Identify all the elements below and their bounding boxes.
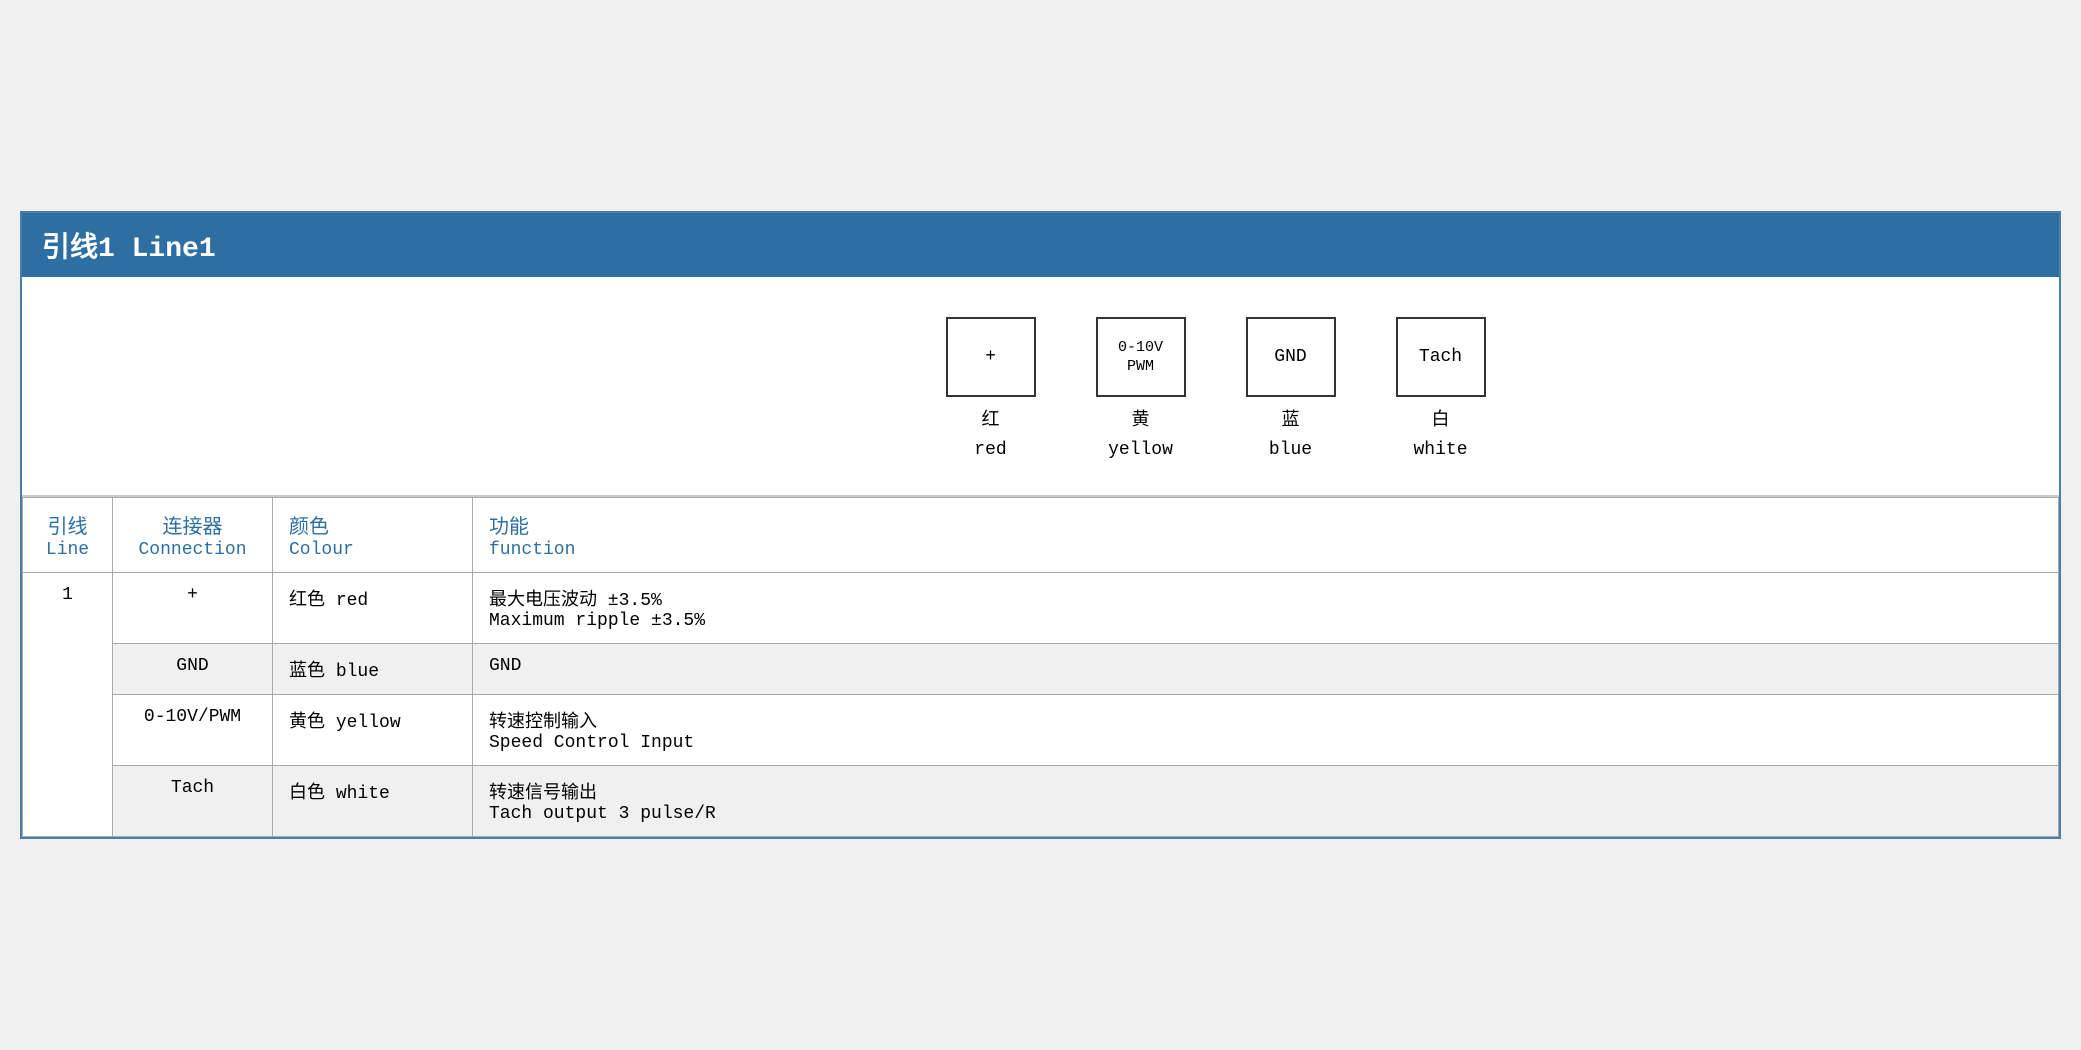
pin-symbol-tach: Tach [1419,346,1462,369]
connection-label-tach: Tach [171,778,214,798]
pin-label-plus: 红 red [974,407,1006,465]
pin-box-pwm: 0-10VPWM [1096,317,1186,397]
colour-english-blue: blue [336,662,379,682]
header-connection-english: Connection [129,540,256,560]
header-colour-english: Colour [289,540,456,560]
cell-colour-white: 白色 white [273,765,473,836]
header-line-english: Line [39,540,96,560]
pin-label-gnd: 蓝 blue [1269,407,1312,465]
header-line: 引线 Line [23,497,113,572]
data-table: 引线 Line 连接器 Connection 颜色 Colour 功能 func… [22,497,2059,837]
cell-function-yellow: 转速控制输入 Speed Control Input [473,694,2059,765]
table-header-row: 引线 Line 连接器 Connection 颜色 Colour 功能 func… [23,497,2059,572]
pin-pwm: 0-10VPWM 黄 yellow [1096,317,1186,465]
cell-line-number: 1 [23,572,113,836]
function-chinese-red: 最大电压波动 ±3.5% [489,585,2042,611]
cell-colour-yellow: 黄色 yellow [273,694,473,765]
colour-chinese-white: 白色 [289,784,325,804]
header-line-chinese: 引线 [39,510,96,540]
diagram-inner: + 红 red 0-10VPWM 黄 yellow [946,317,1486,465]
colour-english-red: red [336,591,368,611]
colour-chinese-yellow: 黄色 [289,713,325,733]
header-function-chinese: 功能 [489,510,2042,540]
colour-english-yellow: yellow [336,713,401,733]
table-row-2: GND 蓝色 blue GND [23,643,2059,694]
table-row-3: 0-10V/PWM 黄色 yellow 转速控制输入 Speed Control… [23,694,2059,765]
pin-chinese-tach: 白 [1431,411,1449,431]
function-text-red: 最大电压波动 ±3.5% Maximum ripple ±3.5% [489,585,2042,631]
header-connection: 连接器 Connection [113,497,273,572]
pin-gnd: GND 蓝 blue [1246,317,1336,465]
pin-tach: Tach 白 white [1396,317,1486,465]
header-function-english: function [489,540,2042,560]
cell-connection-gnd: GND [113,643,273,694]
pin-english-gnd: blue [1269,440,1312,460]
connection-label-pwm: 0-10V/PWM [144,707,241,727]
pin-box-gnd: GND [1246,317,1336,397]
pin-plus: + 红 red [946,317,1036,465]
pin-symbol-plus: + [985,346,996,369]
diagram-section: + 红 red 0-10VPWM 黄 yellow [22,277,2059,497]
table-row-4: Tach 白色 white 转速信号输出 Tach output 3 pulse… [23,765,2059,836]
function-text-yellow: 转速控制输入 Speed Control Input [489,707,2042,753]
pin-english-tach: white [1413,440,1467,460]
colour-chinese-red: 红色 [289,591,325,611]
function-english-red: Maximum ripple ±3.5% [489,611,2042,631]
pin-box-tach: Tach [1396,317,1486,397]
pin-english-plus: red [974,440,1006,460]
pin-chinese-plus: 红 [982,411,1000,431]
cell-connection-pwm: 0-10V/PWM [113,694,273,765]
table-row-1: 1 + 红色 red 最大电压波动 ±3.5% Maximum ripple ±… [23,572,2059,643]
function-english-white: Tach output 3 pulse/R [489,804,2042,824]
connection-label-gnd: GND [176,656,208,676]
connection-label-plus: + [187,585,198,605]
pin-label-pwm: 黄 yellow [1108,407,1173,465]
colour-chinese-blue: 蓝色 [289,662,325,682]
function-chinese-white: 转速信号输出 [489,778,2042,804]
function-text-blue: GND [489,656,2042,676]
cell-colour-blue: 蓝色 blue [273,643,473,694]
function-text-white: 转速信号输出 Tach output 3 pulse/R [489,778,2042,824]
cell-connection-tach: Tach [113,765,273,836]
header-function: 功能 function [473,497,2059,572]
cell-connection-plus: + [113,572,273,643]
header-colour-chinese: 颜色 [289,510,456,540]
function-chinese-yellow: 转速控制输入 [489,707,2042,733]
colour-english-white: white [336,784,390,804]
pin-box-plus: + [946,317,1036,397]
main-container: 引线1 Line1 + 红 red 0-10VPWM 黄 [20,211,2061,839]
pin-symbol-gnd: GND [1274,346,1306,369]
title-bar: 引线1 Line1 [22,213,2059,277]
cell-function-blue: GND [473,643,2059,694]
pin-chinese-gnd: 蓝 [1282,411,1300,431]
function-chinese-blue: GND [489,656,2042,676]
pin-chinese-pwm: 黄 [1132,411,1150,431]
cell-function-red: 最大电压波动 ±3.5% Maximum ripple ±3.5% [473,572,2059,643]
function-english-yellow: Speed Control Input [489,733,2042,753]
header-colour: 颜色 Colour [273,497,473,572]
pin-label-tach: 白 white [1413,407,1467,465]
cell-colour-red: 红色 red [273,572,473,643]
pin-english-pwm: yellow [1108,440,1173,460]
cell-function-white: 转速信号输出 Tach output 3 pulse/R [473,765,2059,836]
page-title: 引线1 Line1 [42,234,216,265]
header-connection-chinese: 连接器 [129,510,256,540]
